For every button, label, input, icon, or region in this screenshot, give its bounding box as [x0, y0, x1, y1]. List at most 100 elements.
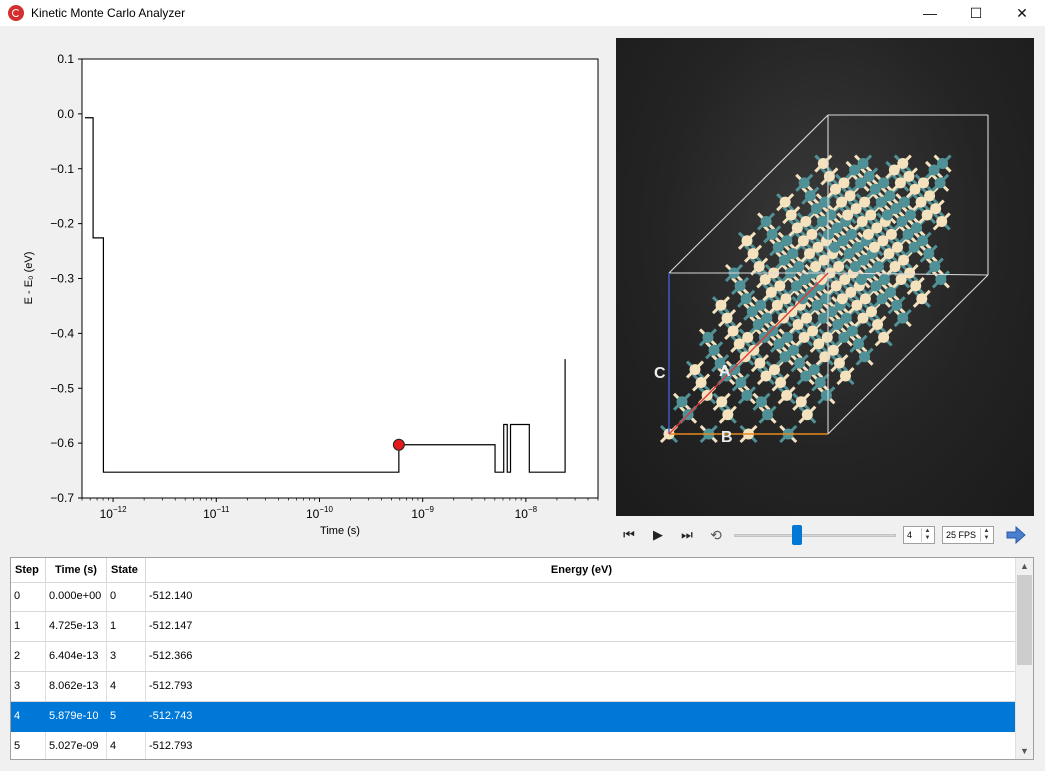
atom — [836, 196, 848, 208]
atom — [753, 261, 765, 273]
table-row[interactable]: 3 8.062e-13 4 -512.793 — [11, 672, 1017, 702]
atom — [676, 396, 688, 408]
atom — [852, 338, 864, 350]
frame-slider-handle[interactable] — [792, 525, 803, 545]
fps-select[interactable]: 25 FPS ▲ ▼ — [942, 526, 994, 544]
plot-area — [81, 58, 599, 499]
atom — [896, 215, 908, 227]
atom — [833, 357, 845, 369]
last-frame-button[interactable]: ⏭ — [678, 526, 696, 544]
atom — [760, 215, 772, 227]
scrollbar-thumb[interactable] — [1017, 575, 1032, 665]
y-tick-label: −0.2 — [50, 217, 74, 231]
atom — [752, 319, 764, 331]
table-row[interactable]: 4 5.879e-10 5 -512.743 — [11, 702, 1017, 732]
energy-plot[interactable]: 0.1 0.0 −0.1 −0.2 −0.3 −0.4 −0.5 −0.6 −0.7 10−12… — [10, 40, 605, 545]
atom — [856, 215, 868, 227]
atom — [792, 319, 804, 331]
atom — [734, 280, 746, 292]
scroll-up-icon[interactable]: ▲ — [1016, 558, 1033, 574]
play-button[interactable]: ▶ — [649, 526, 667, 544]
atom — [832, 319, 844, 331]
atom — [804, 190, 816, 202]
atom — [695, 376, 707, 388]
x-axis-label: Time (s) — [320, 525, 360, 537]
window-title: Kinetic Monte Carlo Analyzer — [31, 6, 186, 20]
steps-table[interactable]: Step Time (s) State Energy (eV) 0 0.000e+… — [10, 557, 1034, 760]
structure-viewer[interactable]: C A B — [616, 38, 1034, 516]
atom — [746, 306, 758, 318]
cell-energy: -512.793 — [149, 680, 193, 692]
table-row[interactable]: 1 4.725e-13 1 -512.147 — [11, 612, 1017, 642]
frame-spin-arrows[interactable]: ▲ ▼ — [921, 528, 933, 542]
atom — [756, 396, 767, 408]
cell-step: 3 — [11, 672, 46, 701]
atom — [740, 293, 752, 305]
cell-time: 6.404e-13 — [46, 642, 107, 671]
column-header-time[interactable]: Time (s) — [46, 558, 107, 582]
atom — [868, 241, 880, 253]
cell-energy: -512.743 — [149, 710, 193, 722]
atom — [817, 312, 829, 324]
table-row[interactable]: 2 6.404e-13 3 -512.366 — [11, 642, 1017, 672]
atom — [773, 338, 785, 350]
atom — [762, 409, 774, 421]
frame-spinbox[interactable]: 4 ▲ ▼ — [903, 526, 935, 544]
table-row[interactable]: 5 5.027e-09 4 -512.793 — [11, 732, 1017, 759]
spin-up-icon[interactable]: ▲ — [984, 528, 990, 535]
atom — [849, 261, 861, 273]
app-logo-icon — [8, 5, 24, 21]
spin-up-icon[interactable]: ▲ — [925, 528, 931, 535]
export-arrow-icon[interactable] — [1005, 525, 1027, 545]
atom — [735, 376, 747, 388]
atom — [775, 376, 787, 388]
maximize-button[interactable]: ☐ — [953, 0, 999, 26]
atom — [766, 228, 778, 240]
atom — [823, 170, 835, 182]
playback-controls: ⏮ ▶ ⏭ ⟲ 4 ▲ ▼ 25 FPS ▲ ▼ — [616, 522, 1034, 548]
first-frame-button[interactable]: ⏮ — [620, 526, 638, 544]
loop-icon[interactable]: ⟲ — [707, 526, 725, 544]
spin-down-icon[interactable]: ▼ — [984, 535, 990, 542]
atom — [872, 319, 884, 331]
atom — [754, 357, 766, 369]
atom — [859, 351, 871, 363]
axis-c-label: C — [654, 365, 666, 382]
spin-down-icon[interactable]: ▼ — [925, 535, 931, 542]
axis-b-label: B — [721, 429, 733, 446]
table-row[interactable]: 0 0.000e+00 0 -512.140 — [11, 582, 1017, 612]
atom — [851, 299, 863, 311]
column-header-energy[interactable]: Energy (eV) — [146, 558, 1017, 582]
atom — [830, 280, 842, 292]
cell-energy: -512.140 — [149, 590, 193, 602]
atom — [798, 331, 810, 343]
atom — [727, 325, 739, 337]
y-axis-label: E - E₀ (eV) — [23, 252, 35, 305]
cell-step: 2 — [11, 642, 46, 671]
close-button[interactable]: ✕ — [999, 0, 1045, 26]
atom — [876, 293, 888, 305]
cell-state: 3 — [107, 642, 146, 671]
fps-spin-arrows[interactable]: ▲ ▼ — [980, 528, 992, 542]
y-tick-label: −0.7 — [50, 491, 74, 505]
axis-a-label: A — [719, 363, 731, 380]
minimize-button[interactable]: — — [907, 0, 953, 26]
atom — [823, 228, 835, 240]
frame-value: 4 — [907, 530, 913, 540]
cell-time: 8.062e-13 — [46, 672, 107, 701]
atom — [842, 209, 854, 221]
cell-energy: -512.793 — [149, 740, 193, 752]
table-scrollbar[interactable]: ▲ ▼ — [1015, 558, 1033, 759]
atom — [935, 273, 947, 285]
atom — [760, 370, 772, 382]
column-header-step[interactable]: Step — [11, 558, 46, 582]
atom — [857, 312, 869, 324]
scroll-down-icon[interactable]: ▼ — [1016, 743, 1033, 759]
atom — [895, 273, 907, 285]
y-tick-label: −0.1 — [50, 162, 74, 176]
atom — [838, 331, 850, 343]
frame-slider-track[interactable] — [734, 534, 896, 537]
atom — [733, 338, 745, 350]
atom — [891, 299, 903, 311]
column-header-state[interactable]: State — [107, 558, 146, 582]
